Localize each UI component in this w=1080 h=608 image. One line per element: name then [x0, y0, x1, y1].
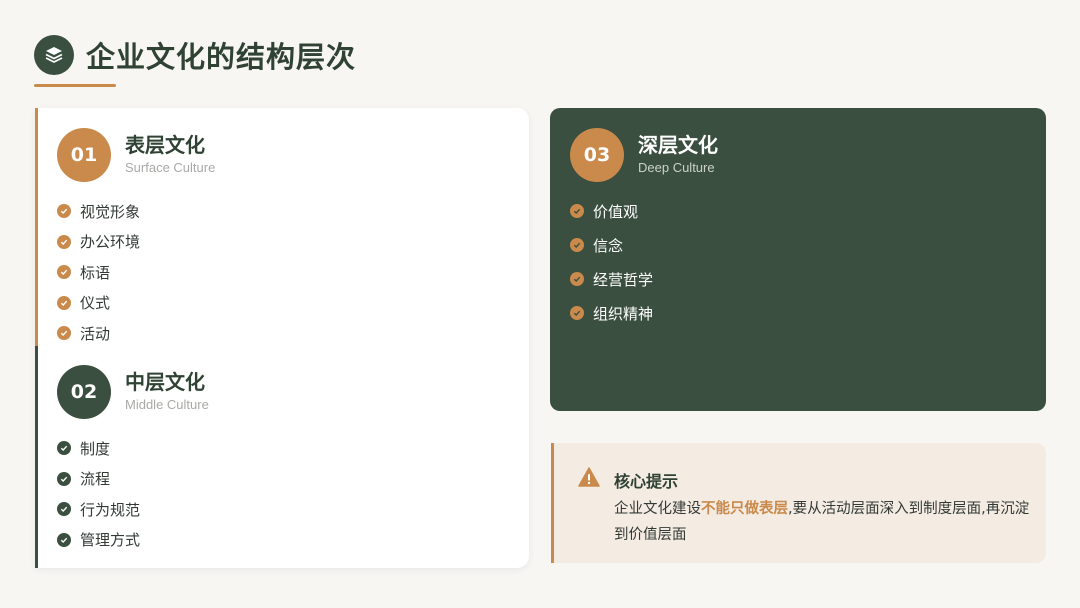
list-item: 经营哲学: [570, 262, 718, 296]
list-item-label: 价值观: [593, 202, 639, 221]
check-circle-icon: [570, 272, 584, 286]
accent-bar-orange: [35, 108, 38, 346]
list-item-label: 管理方式: [80, 531, 141, 550]
list-item-label: 活动: [80, 324, 111, 343]
tip-text-before: 企业文化建设: [614, 501, 701, 517]
middle-culture-header: 02 中层文化 Middle Culture: [57, 365, 209, 419]
section-number-badge: 02: [57, 365, 111, 419]
list-item: 组织精神: [570, 296, 718, 330]
list-item: 仪式: [57, 288, 215, 319]
list-item-label: 办公环境: [80, 233, 141, 252]
check-circle-icon: [57, 502, 71, 517]
tip-text: 企业文化建设不能只做表层,要从活动层面深入到制度层面,再沉淀到价值层面: [614, 496, 1038, 548]
list-item: 制度: [57, 433, 209, 464]
page-title: 企业文化的结构层次: [86, 40, 357, 74]
title-underline: [34, 84, 116, 87]
header: 企业文化的结构层次: [34, 34, 356, 76]
slide: 企业文化的结构层次 01 表层文化 Surface Culture 视觉形象 办…: [0, 0, 1080, 608]
list-item-label: 行为规范: [80, 500, 141, 519]
layers-icon: [34, 35, 74, 75]
deep-culture-header: 03 深层文化 Deep Culture: [570, 128, 718, 182]
list-item: 标语: [57, 257, 215, 288]
surface-middle-card: 01 表层文化 Surface Culture 视觉形象 办公环境 标语 仪式 …: [35, 108, 529, 568]
section-subtitle: Middle Culture: [125, 397, 209, 412]
check-circle-icon: [570, 204, 584, 218]
deep-culture-section: 03 深层文化 Deep Culture 价值观 信念 经营哲学 组织精神: [570, 128, 718, 330]
section-title: 深层文化: [638, 133, 718, 157]
tip-text-highlight: 不能只做表层: [701, 501, 788, 517]
list-item-label: 信念: [593, 236, 624, 255]
middle-culture-section: 02 中层文化 Middle Culture 制度 流程 行为规范 管理方式: [57, 365, 209, 555]
list-item: 信念: [570, 228, 718, 262]
list-item: 行为规范: [57, 494, 209, 525]
tip-title: 核心提示: [614, 472, 679, 491]
check-circle-icon: [57, 204, 71, 219]
surface-culture-header: 01 表层文化 Surface Culture: [57, 128, 215, 182]
section-title: 中层文化: [125, 370, 205, 394]
list-item: 视觉形象: [57, 196, 215, 227]
list-item-label: 组织精神: [593, 304, 654, 323]
list-item: 活动: [57, 318, 215, 349]
check-circle-icon: [57, 532, 71, 547]
deep-culture-card: 03 深层文化 Deep Culture 价值观 信念 经营哲学 组织精神: [550, 108, 1046, 411]
section-number-badge: 01: [57, 128, 111, 182]
list-item: 价值观: [570, 194, 718, 228]
section-subtitle: Deep Culture: [638, 160, 715, 175]
section-subtitle: Surface Culture: [125, 160, 216, 175]
list-item-label: 流程: [80, 470, 111, 489]
check-circle-icon: [57, 265, 71, 280]
list-item-label: 视觉形象: [80, 202, 141, 221]
check-circle-icon: [570, 306, 584, 320]
list-item-label: 制度: [80, 439, 111, 458]
list-item: 办公环境: [57, 227, 215, 258]
check-circle-icon: [57, 234, 71, 249]
warning-icon: [578, 467, 600, 491]
surface-culture-list: 视觉形象 办公环境 标语 仪式 活动: [57, 196, 215, 349]
section-number-badge: 03: [570, 128, 624, 182]
accent-bar-green: [35, 346, 38, 568]
core-tip-card: 核心提示 企业文化建设不能只做表层,要从活动层面深入到制度层面,再沉淀到价值层面: [551, 443, 1046, 563]
list-item-label: 经营哲学: [593, 270, 654, 289]
check-circle-icon: [57, 471, 71, 486]
middle-culture-list: 制度 流程 行为规范 管理方式: [57, 433, 209, 555]
list-item-label: 标语: [80, 263, 111, 282]
list-item: 流程: [57, 464, 209, 495]
surface-culture-section: 01 表层文化 Surface Culture 视觉形象 办公环境 标语 仪式 …: [57, 128, 215, 349]
check-circle-icon: [57, 441, 71, 456]
list-item-label: 仪式: [80, 294, 111, 313]
deep-culture-list: 价值观 信念 经营哲学 组织精神: [570, 194, 718, 330]
check-circle-icon: [570, 238, 584, 252]
list-item: 管理方式: [57, 525, 209, 556]
section-title: 表层文化: [125, 133, 205, 157]
check-circle-icon: [57, 295, 71, 310]
check-circle-icon: [57, 326, 71, 341]
